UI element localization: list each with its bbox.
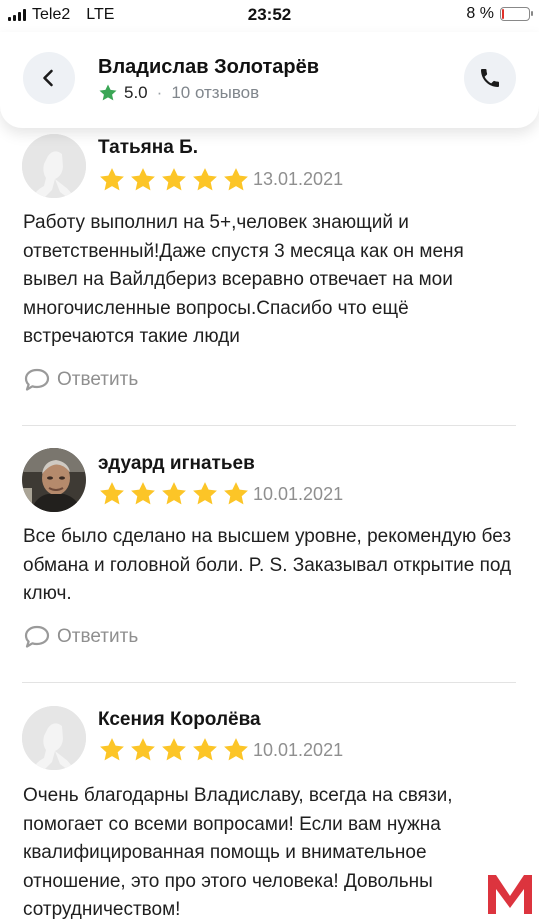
reply-label: Ответить	[57, 626, 139, 647]
avatar-placeholder-icon	[22, 706, 86, 770]
avatar-photo-icon	[22, 448, 86, 512]
review-text: Очень благодарны Владиславу, всегда на с…	[23, 785, 453, 920]
chevron-left-icon	[43, 69, 53, 87]
battery-icon	[500, 7, 533, 21]
avatar	[22, 448, 86, 512]
battery-fill	[502, 9, 504, 19]
back-button[interactable]	[23, 52, 75, 104]
speech-bubble-icon	[24, 625, 50, 648]
status-bar: Tele2 LTE 23:52 8 %	[0, 0, 539, 32]
rating-star-icon	[99, 84, 117, 101]
clock: 23:52	[247, 5, 292, 24]
star-icon	[162, 168, 186, 191]
review-date: 10.01.2021	[253, 740, 344, 760]
review-text: Все было сделано на высшем уровне, реком…	[23, 526, 512, 604]
star-icon	[193, 482, 217, 505]
speech-bubble-icon	[24, 368, 50, 391]
star-icon	[100, 168, 124, 191]
reply-button[interactable]: Ответить	[23, 624, 138, 650]
star-rating	[98, 166, 250, 194]
header: Владислав Золотарёв 5.0 · 10 отзывов	[0, 32, 539, 128]
rating-summary: 5.0 · 10 отзывов	[98, 83, 259, 103]
call-button[interactable]	[464, 52, 516, 104]
star-rating	[98, 480, 250, 508]
star-icon	[224, 168, 248, 191]
separator-dot: ·	[156, 83, 163, 102]
avatar	[22, 134, 86, 198]
divider	[22, 682, 516, 683]
star-icon	[162, 482, 186, 505]
watermark-m-icon	[488, 875, 532, 914]
screen: Tele2 LTE 23:52 8 % Владислав Золотарёв …	[0, 0, 539, 920]
star-icon	[193, 168, 217, 191]
star-icon	[131, 168, 155, 191]
reviews-count[interactable]: 10 отзывов	[171, 83, 259, 103]
star-icon	[131, 482, 155, 505]
phone-icon	[481, 69, 499, 87]
reviewer-name: Татьяна Б.	[98, 137, 199, 158]
master-name: Владислав Золотарёв	[98, 56, 320, 78]
star-icon	[224, 482, 248, 505]
star-icon	[224, 738, 248, 761]
divider	[22, 425, 516, 426]
avatar-placeholder-icon	[22, 134, 86, 198]
reply-button[interactable]: Ответить	[23, 367, 138, 393]
watermark-logo	[485, 872, 535, 916]
battery-percent: 8 %	[466, 5, 494, 22]
review-text: Работу выполнил на 5+,человек знающий и …	[23, 212, 464, 347]
star-rating	[98, 736, 250, 764]
avatar	[22, 706, 86, 770]
reply-label: Ответить	[57, 369, 139, 390]
star-icon	[193, 738, 217, 761]
reviewer-name: эдуард игнатьев	[98, 453, 255, 474]
reviewer-name: Ксения Королёва	[98, 709, 261, 730]
star-icon	[100, 482, 124, 505]
rating-value: 5.0	[124, 83, 148, 102]
star-icon	[100, 738, 124, 761]
review-date: 13.01.2021	[253, 169, 344, 189]
star-icon	[131, 738, 155, 761]
status-right: 8 %	[466, 5, 533, 23]
review-date: 10.01.2021	[253, 484, 344, 504]
star-icon	[162, 738, 186, 761]
